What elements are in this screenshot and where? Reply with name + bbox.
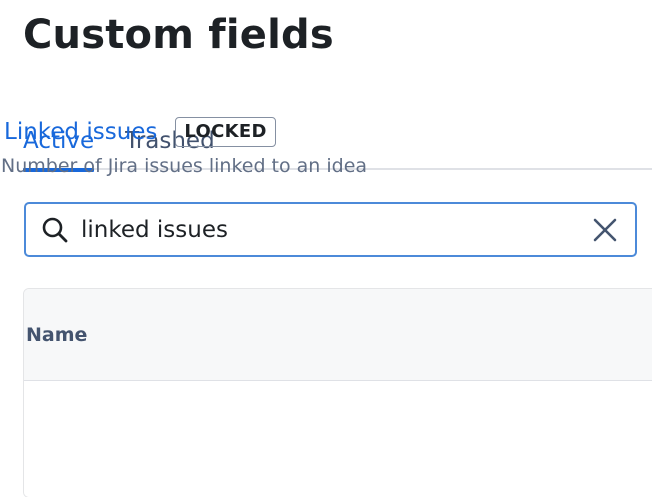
- custom-fields-table: Name: [23, 288, 652, 497]
- search-box: [24, 202, 637, 257]
- search-icon: [42, 217, 68, 242]
- column-header-name[interactable]: Name: [26, 324, 87, 346]
- field-name-link[interactable]: Linked issues: [4, 119, 157, 145]
- field-description: Number of Jira issues linked to an idea: [1, 155, 368, 177]
- locked-badge: LOCKED: [175, 117, 276, 147]
- row-title-line: Linked issues LOCKED: [4, 117, 276, 147]
- table-row: [24, 381, 652, 497]
- close-icon: [593, 218, 617, 241]
- page-title: Custom fields: [23, 12, 334, 58]
- search-input[interactable]: [81, 209, 587, 250]
- table-header: Name: [24, 289, 652, 381]
- clear-search-button[interactable]: [587, 212, 623, 248]
- custom-fields-page: Custom fields Active Trashed Name Linked…: [0, 0, 652, 497]
